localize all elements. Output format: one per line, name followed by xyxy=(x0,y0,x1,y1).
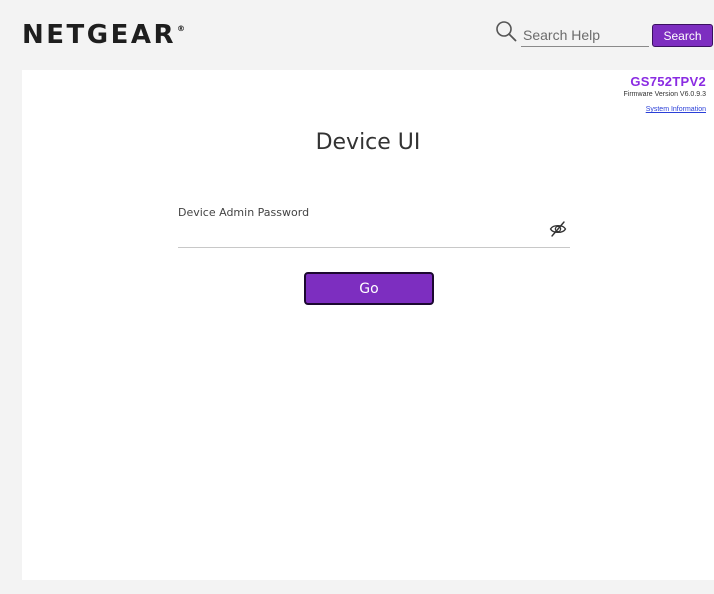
header: NETGEAR® Search xyxy=(0,0,714,70)
search-input[interactable] xyxy=(521,24,649,47)
device-info: GS752TPV2 Firmware Version V6.0.9.3 Syst… xyxy=(624,74,706,116)
system-information-link[interactable]: System Information xyxy=(646,106,706,113)
go-button[interactable]: Go xyxy=(304,272,434,305)
logo-text: NETGEAR xyxy=(22,20,176,50)
password-label: Device Admin Password xyxy=(178,206,310,219)
model-name: GS752TPV2 xyxy=(630,74,706,89)
search-icon[interactable] xyxy=(495,20,517,42)
main-panel: GS752TPV2 Firmware Version V6.0.9.3 Syst… xyxy=(22,70,714,580)
registered-mark: ® xyxy=(177,24,185,33)
eye-slash-icon[interactable] xyxy=(549,220,567,238)
search-button[interactable]: Search xyxy=(652,24,713,47)
netgear-logo[interactable]: NETGEAR® xyxy=(22,20,185,50)
firmware-version: Firmware Version V6.0.9.3 xyxy=(623,91,706,98)
page-title: Device UI xyxy=(315,130,421,155)
password-field[interactable] xyxy=(178,220,570,248)
